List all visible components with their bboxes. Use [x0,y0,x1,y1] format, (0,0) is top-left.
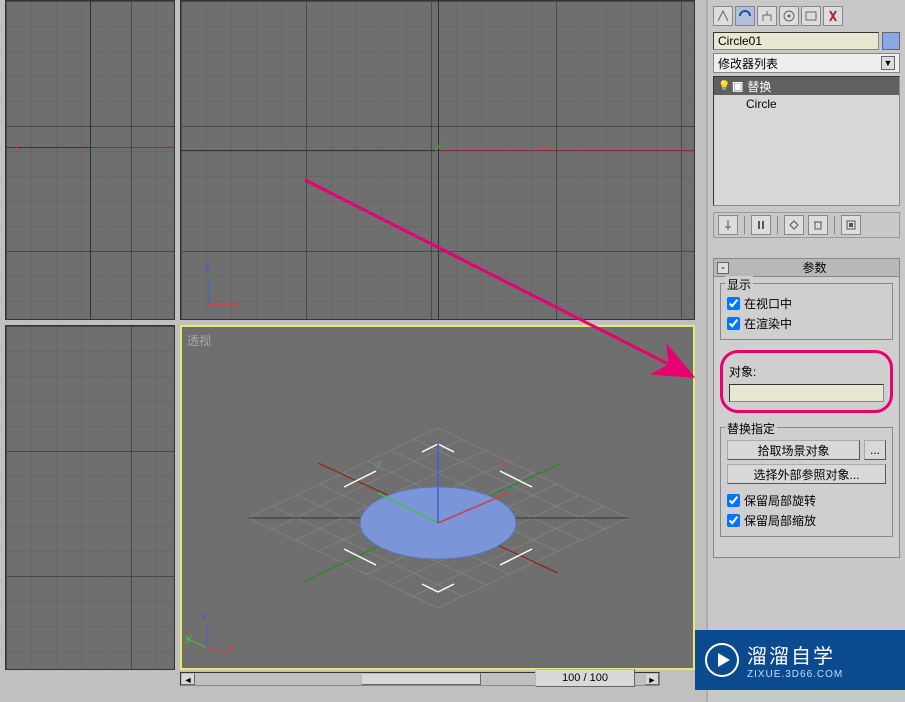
play-icon [705,643,739,677]
make-unique-icon[interactable] [784,215,804,235]
axis-x-label: x [14,141,19,153]
persp-gizmo-x: x [228,642,234,654]
select-xref-object-button[interactable]: 选择外部参照对象... [727,464,886,484]
watermark-badge: 溜溜自学 ZIXUE.3D66.COM [695,630,905,690]
stack-item-label: 替换 [747,78,771,95]
visibility-icon[interactable]: 💡 [718,81,728,91]
gizmo-x: x [233,299,239,311]
watermark-title: 溜溜自学 [747,640,843,669]
expand-icon[interactable]: ▣ [732,79,743,93]
persp-gizmo-z: z [202,610,208,622]
remove-modifier-icon[interactable] [808,215,828,235]
object-name-field[interactable] [729,384,884,402]
axis-y-label: y [436,139,441,151]
in-viewport-checkbox[interactable]: 在视口中 [727,295,886,312]
pick-ellipsis-button[interactable]: ... [864,440,886,460]
pick-scene-object-button[interactable]: 拾取场景对象 [727,440,860,460]
viewport-top-left[interactable]: x [5,0,175,320]
viewport-bottom-left[interactable] [5,325,175,670]
command-panel-tabs [713,4,900,32]
persp-x: x [502,457,507,469]
collapse-icon[interactable]: - [717,262,729,274]
keep-local-scale-checkbox[interactable]: 保留局部缩放 [727,512,886,529]
parameters-rollout: - 参数 显示 在视口中 在渲染中 对象: 替换指定 拾取场景对象 . [713,258,900,558]
pin-stack-icon[interactable] [718,215,738,235]
dropdown-arrow-icon: ▼ [881,56,895,70]
substitute-assign-group: 替换指定 拾取场景对象 ... 选择外部参照对象... 保留局部旋转 保留局部缩… [720,427,893,537]
modify-tab-icon[interactable] [735,6,755,26]
gizmo-z: z [205,261,211,273]
display-tab-icon[interactable] [801,6,821,26]
stack-item-circle[interactable]: Circle [714,95,899,113]
scroll-thumb[interactable] [361,673,481,685]
time-slider-thumb[interactable]: 100 / 100 [535,670,645,688]
button-label: 拾取场景对象 [757,442,829,459]
scroll-left-arrow[interactable]: ◄ [181,673,195,685]
in-render-checkbox[interactable]: 在渲染中 [727,315,886,332]
watermark-url: ZIXUE.3D66.COM [747,669,843,680]
create-tab-icon[interactable] [713,6,733,26]
display-group: 显示 在视口中 在渲染中 [720,283,893,340]
viewport-top-right[interactable]: y x z x [180,0,695,320]
object-label: 对象: [729,365,756,379]
modifier-list-dropdown[interactable]: 修改器列表 ▼ [713,53,900,73]
hierarchy-tab-icon[interactable] [757,6,777,26]
checkbox-label: 在渲染中 [744,315,792,332]
group-title: 显示 [725,276,753,293]
object-color-swatch[interactable] [882,32,900,50]
checkbox-label: 在视口中 [744,295,792,312]
axis-x-label-2: x [541,139,546,151]
persp-gizmo-y: y [186,632,192,644]
motion-tab-icon[interactable] [779,6,799,26]
scroll-right-arrow[interactable]: ► [645,673,659,685]
object-group-highlighted: 对象: [720,350,893,413]
command-panel: 修改器列表 ▼ 💡 ▣ 替换 Circle [706,0,905,702]
group-title: 替换指定 [725,420,777,437]
perspective-grid [208,368,668,628]
rollout-header[interactable]: - 参数 [714,259,899,277]
utilities-tab-icon[interactable] [823,6,843,26]
checkbox-label: 保留局部旋转 [744,492,816,509]
configure-sets-icon[interactable] [841,215,861,235]
stack-item-label: Circle [746,97,777,111]
viewport-label: 透视 [187,332,211,349]
object-name-input[interactable] [713,32,879,50]
rollout-title: 参数 [733,259,896,276]
checkbox-label: 保留局部缩放 [744,512,816,529]
viewport-perspective[interactable]: 透视 [180,325,695,670]
stack-item-substitute[interactable]: 💡 ▣ 替换 [714,77,899,95]
keep-local-rotation-checkbox[interactable]: 保留局部旋转 [727,492,886,509]
stack-toolbar [713,212,900,238]
show-end-result-icon[interactable] [751,215,771,235]
persp-y: y [377,457,382,469]
modifier-list-label: 修改器列表 [718,55,778,72]
button-label: 选择外部参照对象... [753,466,859,483]
modifier-stack[interactable]: 💡 ▣ 替换 Circle [713,76,900,206]
viewport-area: x y x z x 透视 [0,0,700,682]
